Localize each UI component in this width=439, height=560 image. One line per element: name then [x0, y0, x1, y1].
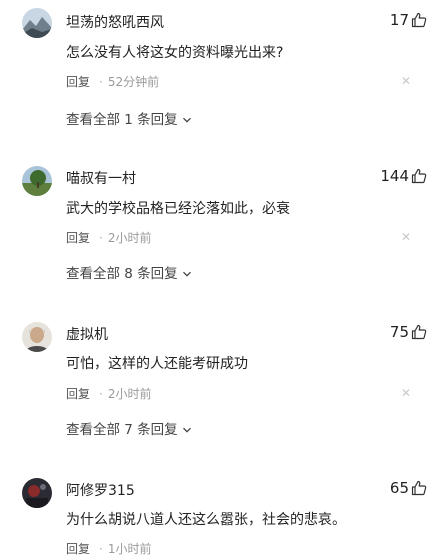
- view-all-replies-button[interactable]: 查看全部 8 条回复: [66, 262, 192, 282]
- like-count: 17: [389, 11, 409, 29]
- like-count: 75: [389, 323, 409, 341]
- chevron-down-icon: [182, 271, 191, 277]
- view-all-replies-label: 查看全部 8 条回复: [66, 266, 178, 282]
- comment-time: 52分钟前: [107, 75, 160, 89]
- avatar[interactable]: [22, 322, 52, 352]
- comment-text: 武大的学校品格已经沦落如此，必衰: [66, 201, 290, 217]
- comment-username[interactable]: 喵叔有一村: [66, 168, 136, 188]
- comment-time: 2小时前: [107, 387, 152, 401]
- separator-dot: ·: [99, 387, 103, 401]
- view-all-replies-button[interactable]: 查看全部 1 条回复: [66, 108, 192, 128]
- close-icon[interactable]: ✕: [401, 386, 411, 400]
- view-all-replies-label: 查看全部 7 条回复: [66, 422, 178, 438]
- comment-meta: 回复 · 2小时前: [66, 385, 151, 402]
- like-count: 65: [389, 479, 409, 497]
- comment-username[interactable]: 坦荡的怒吼西风: [66, 12, 164, 32]
- separator-dot: ·: [99, 75, 103, 89]
- thumbs-up-icon[interactable]: [411, 12, 427, 28]
- comment-time: 1小时前: [107, 542, 152, 556]
- comment-time: 2小时前: [107, 231, 152, 245]
- reply-button[interactable]: 回复: [66, 231, 90, 245]
- comment-meta: 回复 · 52分钟前: [66, 73, 159, 90]
- chevron-down-icon: [182, 117, 191, 123]
- avatar[interactable]: [22, 166, 52, 196]
- reply-button[interactable]: 回复: [66, 387, 90, 401]
- thumbs-up-icon[interactable]: [411, 480, 427, 496]
- avatar[interactable]: [22, 8, 52, 38]
- close-icon[interactable]: ✕: [401, 74, 411, 88]
- separator-dot: ·: [99, 231, 103, 245]
- avatar[interactable]: [22, 478, 52, 508]
- comment-meta: 回复 · 1小时前: [66, 540, 151, 557]
- separator-dot: ·: [99, 542, 103, 556]
- comment-username[interactable]: 阿修罗315: [66, 480, 135, 500]
- chevron-down-icon: [182, 427, 191, 433]
- comment-text: 可怕，这样的人还能考研成功: [66, 356, 248, 372]
- thumbs-up-icon[interactable]: [411, 324, 427, 340]
- comment-username[interactable]: 虚拟机: [66, 324, 108, 344]
- thumbs-up-icon[interactable]: [411, 168, 427, 184]
- reply-button[interactable]: 回复: [66, 542, 90, 556]
- view-all-replies-label: 查看全部 1 条回复: [66, 112, 178, 128]
- view-all-replies-button[interactable]: 查看全部 7 条回复: [66, 418, 192, 438]
- reply-button[interactable]: 回复: [66, 75, 90, 89]
- comment-text: 怎么没有人将这女的资料曝光出来?: [66, 45, 284, 61]
- comment-meta: 回复 · 2小时前: [66, 229, 151, 246]
- comment-text: 为什么胡说八道人还这么嚣张，社会的悲哀。: [66, 512, 346, 528]
- like-count: 144: [380, 167, 409, 185]
- close-icon[interactable]: ✕: [401, 230, 411, 244]
